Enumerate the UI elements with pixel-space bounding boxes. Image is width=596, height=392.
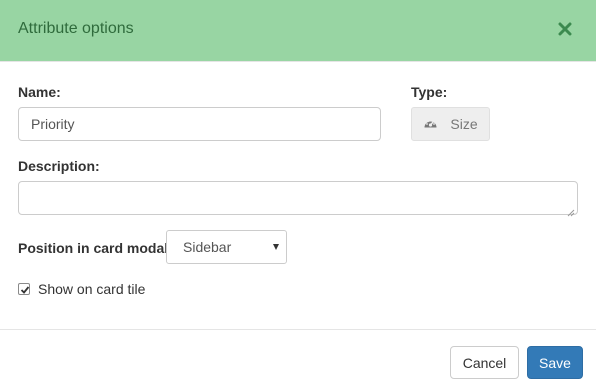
modal-title: Attribute options: [18, 20, 134, 37]
resize-grip-icon[interactable]: [567, 204, 575, 220]
cancel-button[interactable]: Cancel: [450, 346, 519, 379]
type-value: Size: [450, 116, 478, 132]
save-button[interactable]: Save: [527, 346, 583, 379]
name-input[interactable]: [18, 107, 381, 141]
close-icon[interactable]: [558, 22, 572, 36]
position-select[interactable]: Sidebar: [166, 230, 287, 264]
footer-divider: [0, 329, 596, 330]
position-label: Position in card modal:: [18, 240, 173, 256]
show-on-card-tile-label[interactable]: Show on card tile: [38, 281, 145, 297]
position-select-value: Sidebar: [183, 239, 232, 255]
show-on-card-tile-checkbox[interactable]: [18, 283, 30, 295]
caret-down-icon: [273, 244, 279, 250]
modal-header: Attribute options: [0, 0, 596, 62]
type-button[interactable]: Size: [411, 107, 490, 141]
description-label: Description:: [18, 158, 100, 174]
attribute-options-modal: Attribute options Name: Type: Size Descr…: [0, 0, 596, 392]
name-label: Name:: [18, 84, 61, 100]
type-label: Type:: [411, 84, 448, 100]
description-textarea[interactable]: [18, 181, 578, 215]
dashboard-icon: [423, 116, 438, 132]
